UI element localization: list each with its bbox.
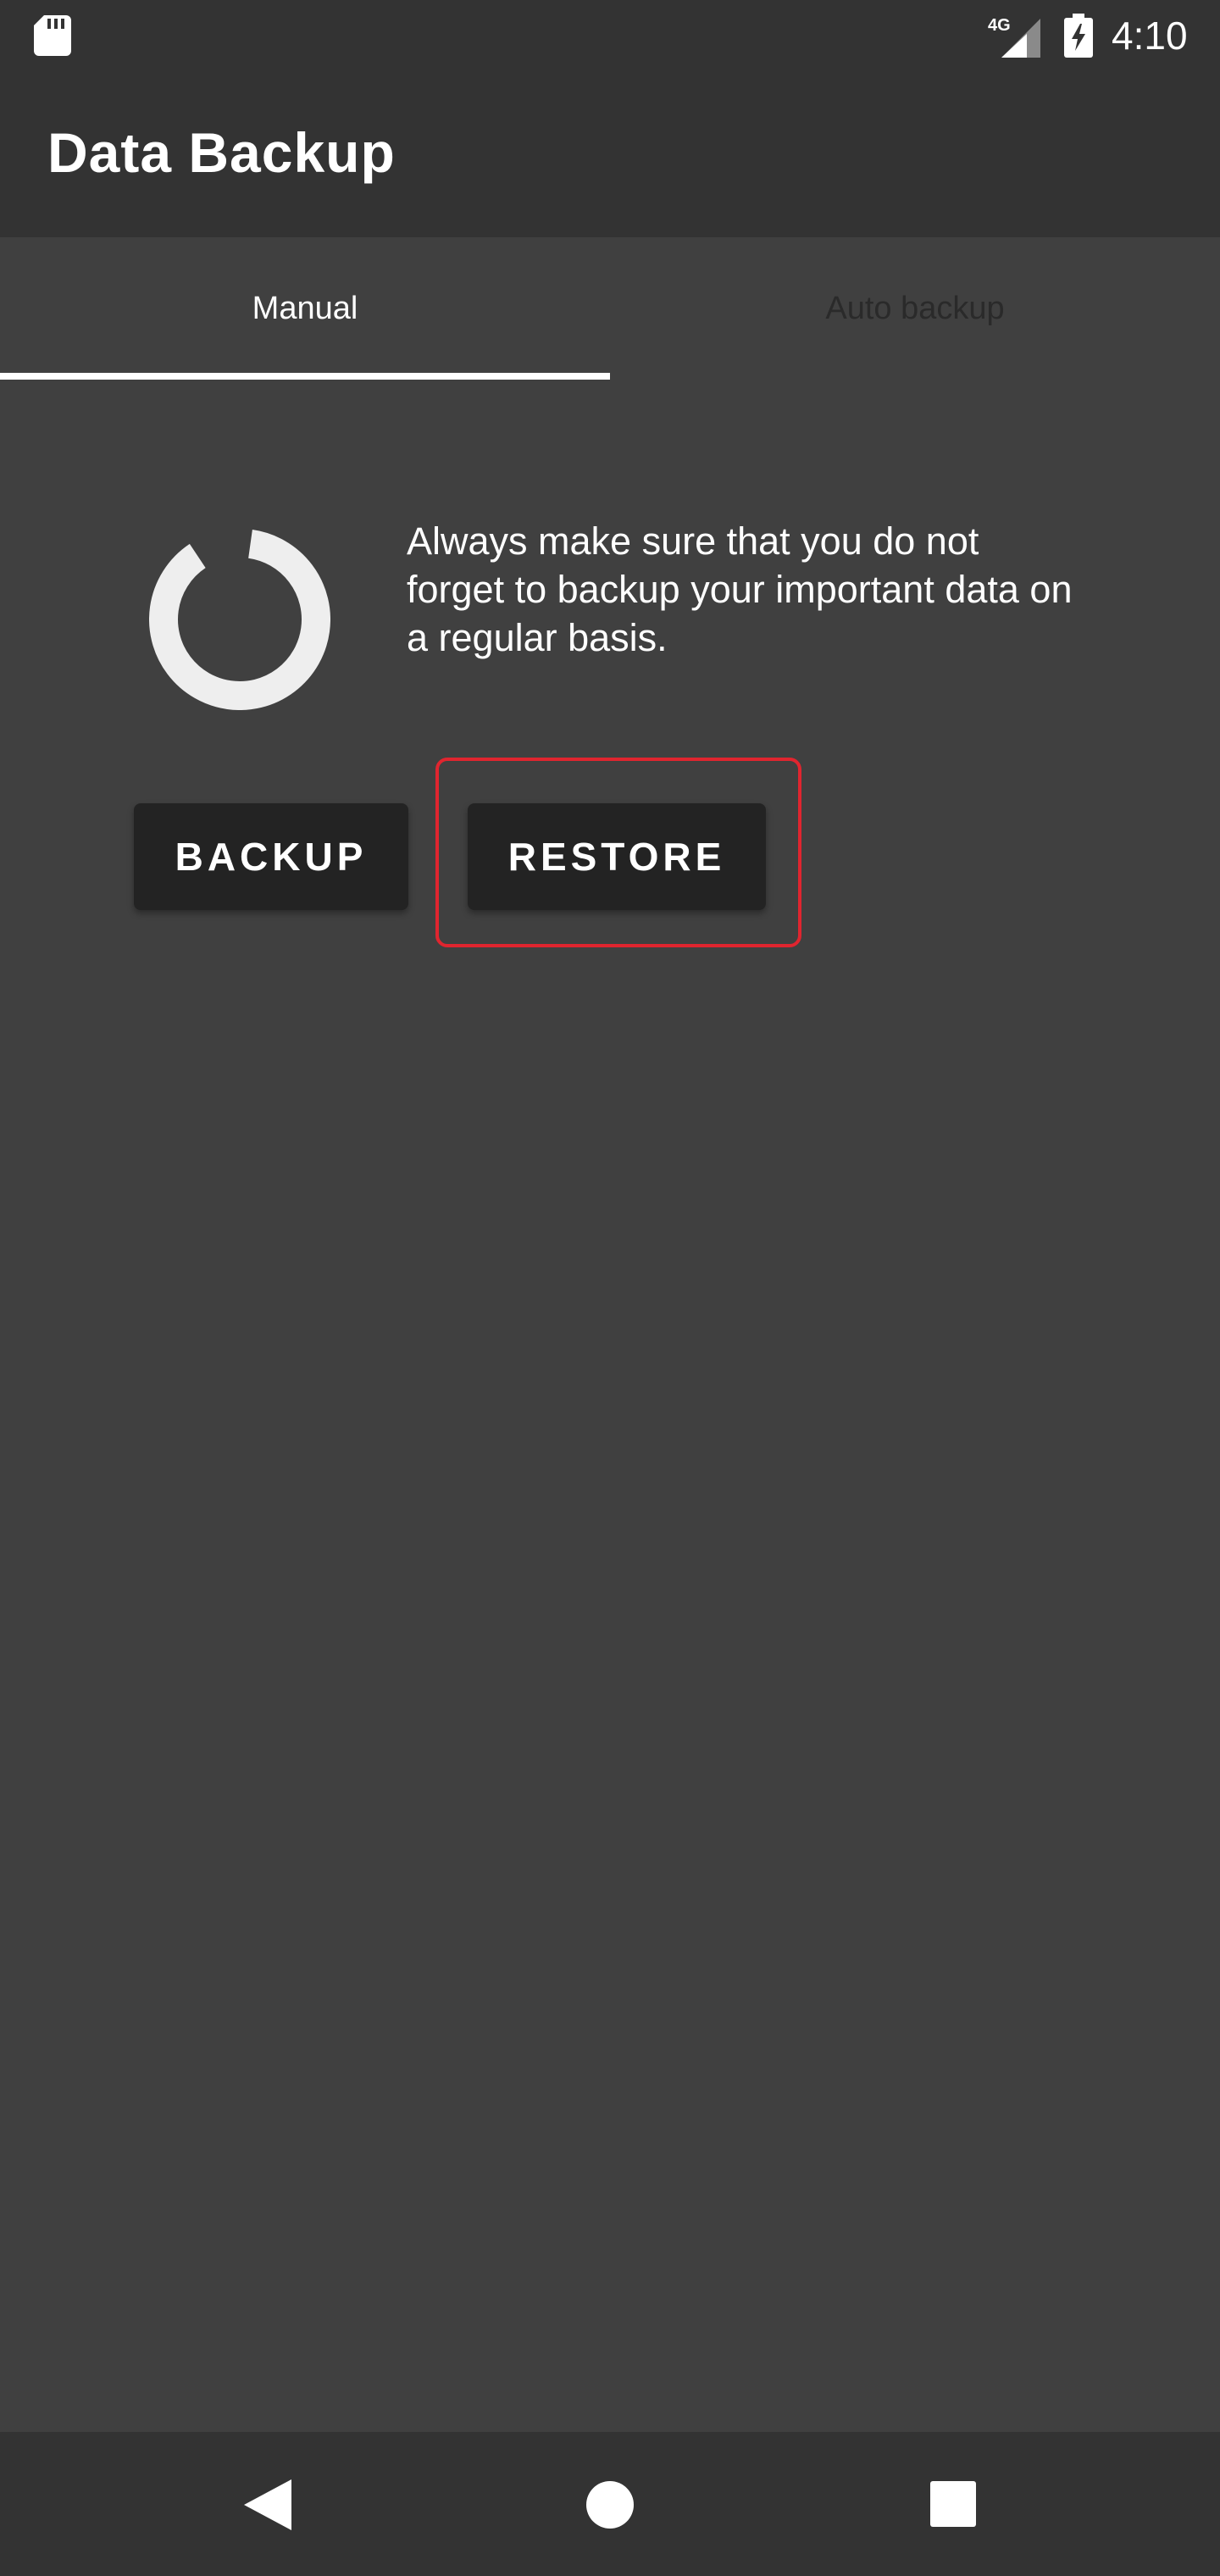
home-icon[interactable]: [585, 2479, 635, 2530]
battery-charging-icon: [1064, 14, 1093, 58]
signal-icon: 4G: [988, 16, 1040, 58]
restore-button[interactable]: RESTORE: [468, 803, 766, 910]
screen: 4G 4:10 Data Backup Manual Auto backup A…: [0, 0, 1220, 2576]
recents-icon[interactable]: [930, 2481, 976, 2527]
tab-indicator: [0, 373, 610, 380]
tab-auto-backup[interactable]: Auto backup: [610, 237, 1220, 380]
status-bar: 4G 4:10: [0, 0, 1220, 71]
page-title: Data Backup: [47, 121, 396, 184]
app-bar: Data Backup: [0, 71, 1220, 237]
ring-icon: [149, 529, 330, 710]
sd-card-icon: [34, 15, 71, 56]
navigation-bar: [0, 2432, 1220, 2576]
tab-manual[interactable]: Manual: [0, 237, 610, 380]
network-type-text: 4G: [988, 16, 1011, 35]
backup-button[interactable]: BACKUP: [134, 803, 408, 910]
tab-bar: Manual Auto backup: [0, 237, 1220, 380]
back-icon[interactable]: [244, 2479, 291, 2530]
clock: 4:10: [1112, 14, 1188, 58]
backup-description: Always make sure that you do not forget …: [407, 519, 1073, 659]
